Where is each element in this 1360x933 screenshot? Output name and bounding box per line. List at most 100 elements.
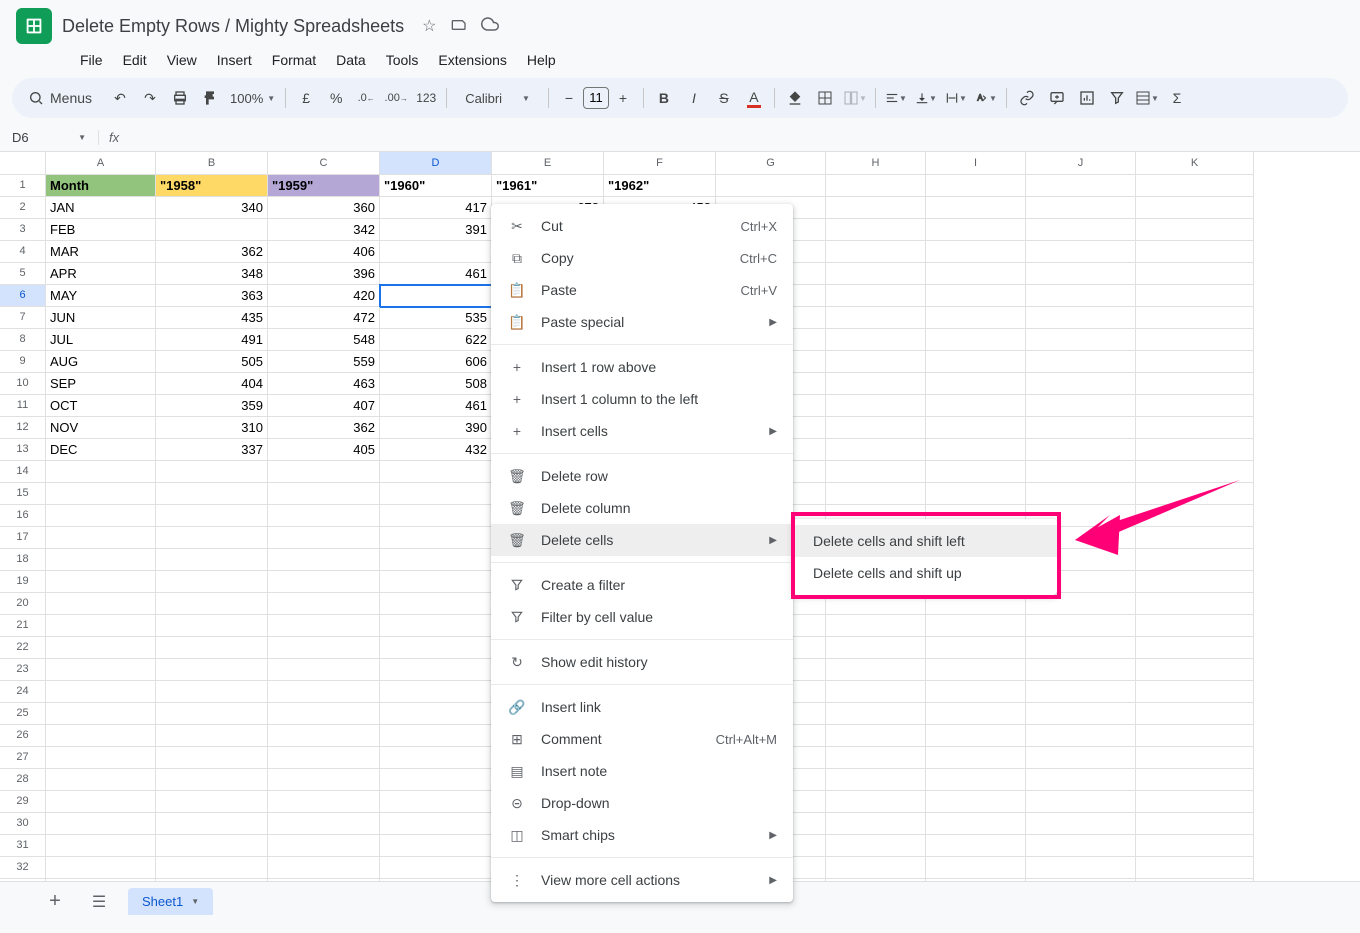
cell-D12[interactable]: 390 (380, 417, 492, 439)
cell-C7[interactable]: 472 (268, 307, 380, 329)
cell-H9[interactable] (826, 351, 926, 373)
cell-B28[interactable] (156, 769, 268, 791)
cell-A8[interactable]: JUL (46, 329, 156, 351)
name-box[interactable]: D6 ▼ (0, 130, 98, 145)
row-header-27[interactable]: 27 (0, 747, 46, 769)
cell-C26[interactable] (268, 725, 380, 747)
cell-I2[interactable] (926, 197, 1026, 219)
cell-K5[interactable] (1136, 263, 1254, 285)
cell-J26[interactable] (1026, 725, 1136, 747)
cell-J23[interactable] (1026, 659, 1136, 681)
cell-B26[interactable] (156, 725, 268, 747)
cell-K32[interactable] (1136, 857, 1254, 879)
cell-K29[interactable] (1136, 791, 1254, 813)
row-header-20[interactable]: 20 (0, 593, 46, 615)
decrease-decimal-button[interactable]: .0← (352, 84, 380, 112)
cell-H5[interactable] (826, 263, 926, 285)
cell-D1[interactable]: "1960" (380, 175, 492, 197)
cell-C2[interactable]: 360 (268, 197, 380, 219)
row-header-6[interactable]: 6 (0, 285, 46, 307)
cell-I5[interactable] (926, 263, 1026, 285)
cell-C15[interactable] (268, 483, 380, 505)
cell-A23[interactable] (46, 659, 156, 681)
menu-edit[interactable]: Edit (115, 48, 155, 72)
cell-B3[interactable] (156, 219, 268, 241)
cell-A17[interactable] (46, 527, 156, 549)
cell-C23[interactable] (268, 659, 380, 681)
cell-A29[interactable] (46, 791, 156, 813)
cell-J32[interactable] (1026, 857, 1136, 879)
cm-create-filter[interactable]: Create a filter (491, 569, 793, 601)
decrease-font-button[interactable]: − (555, 84, 583, 112)
row-header-22[interactable]: 22 (0, 637, 46, 659)
cell-H1[interactable] (826, 175, 926, 197)
cell-H4[interactable] (826, 241, 926, 263)
cell-A22[interactable] (46, 637, 156, 659)
cell-A30[interactable] (46, 813, 156, 835)
cell-K13[interactable] (1136, 439, 1254, 461)
zoom-select[interactable]: 100% ▼ (226, 91, 279, 106)
cell-I8[interactable] (926, 329, 1026, 351)
row-header-24[interactable]: 24 (0, 681, 46, 703)
cell-J31[interactable] (1026, 835, 1136, 857)
cell-A24[interactable] (46, 681, 156, 703)
cell-I32[interactable] (926, 857, 1026, 879)
row-header-2[interactable]: 2 (0, 197, 46, 219)
row-header-8[interactable]: 8 (0, 329, 46, 351)
cell-C27[interactable] (268, 747, 380, 769)
menu-file[interactable]: File (72, 48, 111, 72)
cell-K30[interactable] (1136, 813, 1254, 835)
cell-H13[interactable] (826, 439, 926, 461)
cell-J8[interactable] (1026, 329, 1136, 351)
row-header-13[interactable]: 13 (0, 439, 46, 461)
tableview-button[interactable]: ▼ (1133, 84, 1161, 112)
cell-H6[interactable] (826, 285, 926, 307)
sheet-tab-1[interactable]: Sheet1 ▼ (128, 888, 213, 915)
cell-D27[interactable] (380, 747, 492, 769)
select-all-corner[interactable] (0, 152, 46, 175)
cell-B22[interactable] (156, 637, 268, 659)
cell-D21[interactable] (380, 615, 492, 637)
row-header-26[interactable]: 26 (0, 725, 46, 747)
cell-A21[interactable] (46, 615, 156, 637)
cell-K24[interactable] (1136, 681, 1254, 703)
text-color-button[interactable]: A (740, 84, 768, 112)
cell-K15[interactable] (1136, 483, 1254, 505)
cell-A7[interactable]: JUN (46, 307, 156, 329)
cell-A13[interactable]: DEC (46, 439, 156, 461)
cm-insert-note[interactable]: ▤Insert note (491, 755, 793, 787)
row-header-3[interactable]: 3 (0, 219, 46, 241)
cell-H8[interactable] (826, 329, 926, 351)
menu-insert[interactable]: Insert (209, 48, 260, 72)
cm-comment[interactable]: ⊞CommentCtrl+Alt+M (491, 723, 793, 755)
cm-insert-cells[interactable]: +Insert cells▶ (491, 415, 793, 447)
borders-button[interactable] (811, 84, 839, 112)
italic-button[interactable]: I (680, 84, 708, 112)
cell-H23[interactable] (826, 659, 926, 681)
cell-C12[interactable]: 362 (268, 417, 380, 439)
cell-B27[interactable] (156, 747, 268, 769)
row-header-28[interactable]: 28 (0, 769, 46, 791)
cm-copy[interactable]: ⧉CopyCtrl+C (491, 242, 793, 274)
cell-I7[interactable] (926, 307, 1026, 329)
cell-J14[interactable] (1026, 461, 1136, 483)
cell-A12[interactable]: NOV (46, 417, 156, 439)
cell-B11[interactable]: 359 (156, 395, 268, 417)
cell-A25[interactable] (46, 703, 156, 725)
cell-F1[interactable]: "1962" (604, 175, 716, 197)
cm-edit-history[interactable]: ↻Show edit history (491, 646, 793, 678)
currency-button[interactable]: £ (292, 84, 320, 112)
cell-H22[interactable] (826, 637, 926, 659)
cell-H26[interactable] (826, 725, 926, 747)
cell-H29[interactable] (826, 791, 926, 813)
row-header-10[interactable]: 10 (0, 373, 46, 395)
cell-B2[interactable]: 340 (156, 197, 268, 219)
cell-C28[interactable] (268, 769, 380, 791)
cell-K1[interactable] (1136, 175, 1254, 197)
row-header-29[interactable]: 29 (0, 791, 46, 813)
cell-D17[interactable] (380, 527, 492, 549)
cm-delete-col[interactable]: 🗑Delete column (491, 492, 793, 524)
menu-view[interactable]: View (159, 48, 205, 72)
cell-C24[interactable] (268, 681, 380, 703)
cell-H21[interactable] (826, 615, 926, 637)
